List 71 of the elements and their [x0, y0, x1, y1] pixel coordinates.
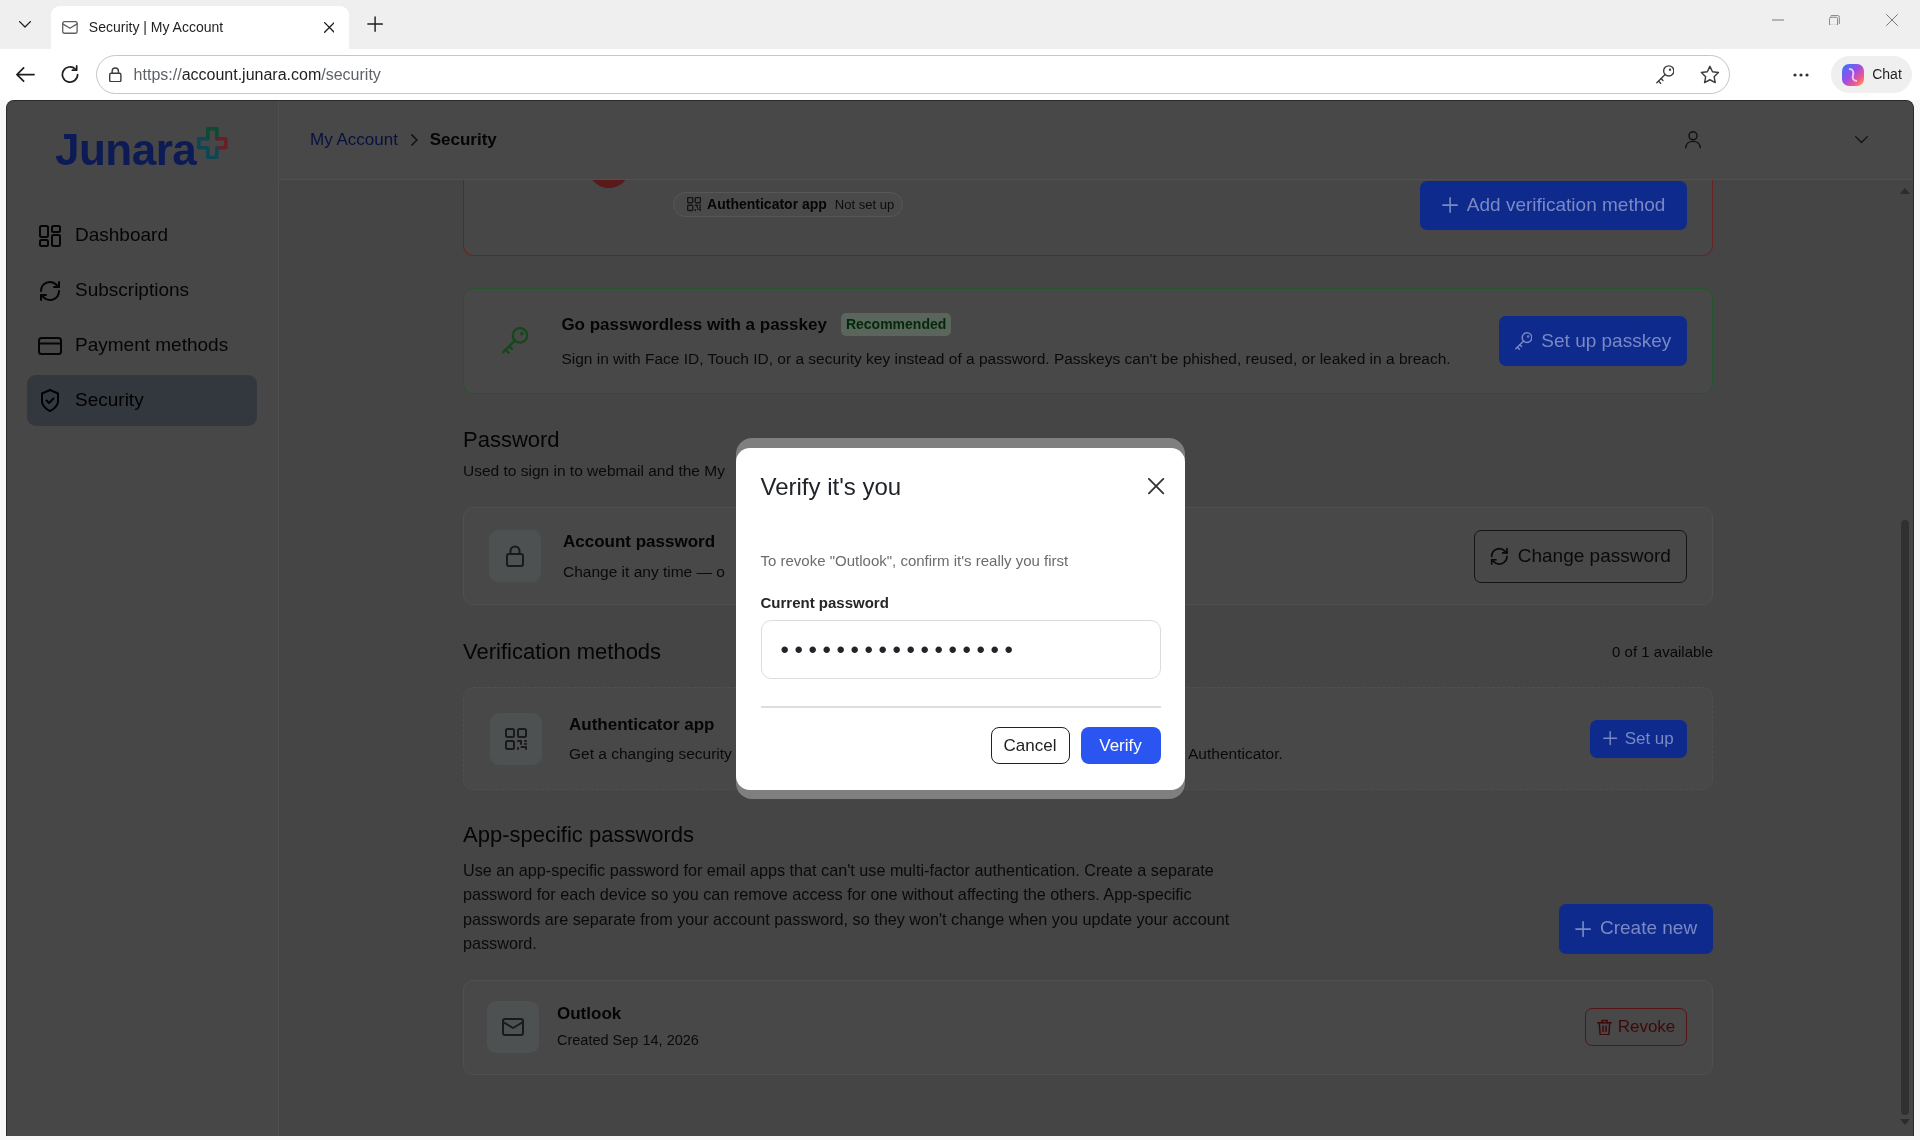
recommended-label: Recommended: [840, 313, 952, 336]
card-title: Outlook: [557, 1003, 623, 1026]
password-field[interactable]: •••••••••••••••••: [760, 620, 1161, 679]
back-arrow-icon: [15, 65, 35, 84]
chat-button[interactable]: Chat: [1831, 56, 1912, 93]
breadcrumb-link[interactable]: My Account: [310, 127, 398, 153]
card-title: Account password: [563, 530, 717, 553]
dialog-message: To revoke "Outlook", confirm it's really you first: [760, 551, 1070, 571]
section-heading: Password: [463, 427, 561, 453]
card-title: Go passwordless with a passkey: [561, 313, 827, 336]
sidebar-item[interactable]: Payment methods: [27, 320, 257, 371]
add-verification-button[interactable]: Add verification method: [1420, 181, 1687, 230]
credit-card-icon: [38, 336, 62, 355]
chevron-down-icon: [19, 21, 31, 28]
chevron-right-icon: [410, 134, 418, 146]
revoke-button[interactable]: Revoke: [1585, 1008, 1687, 1047]
key-icon: [502, 327, 529, 355]
card-title: Authenticator app: [569, 713, 716, 736]
key-icon: [1514, 331, 1533, 351]
grid-icon: [39, 224, 61, 247]
more-icon[interactable]: [1793, 72, 1809, 77]
cancel-button[interactable]: Cancel: [990, 727, 1070, 764]
sidebar-item[interactable]: Dashboard: [27, 210, 257, 261]
card-description: Sign in with Face ID, Touch ID, or a security key instead of a password. Passkeys can't be phished, reused, or leaked in a breach.: [561, 349, 1451, 369]
mail-icon: [62, 21, 78, 34]
field-label: Current password: [760, 593, 890, 613]
chip-label: Authenticator app: [707, 195, 827, 214]
card-description: Authenticator.: [1188, 743, 1283, 764]
star-icon[interactable]: [1700, 65, 1720, 84]
created-date: Created Sep 14, 2026: [557, 1031, 699, 1051]
section-description: Use an app-specific password for email apps that can't use multi-factor authentication. Create a separate password for each device so you can remove access for one without affecting the others. App-specific passwords are separate from your account password, so they won't change when you update your account password.: [463, 860, 1231, 955]
key-icon[interactable]: [1655, 64, 1675, 85]
logo-text: Junara: [55, 127, 197, 173]
set-up-button[interactable]: Set up: [1590, 719, 1687, 758]
plus-icon: [1441, 197, 1458, 214]
plus-icon: [366, 16, 384, 33]
plus-icon: [1603, 731, 1618, 746]
card-description: Get a changing security: [569, 743, 732, 764]
lock-icon[interactable]: [109, 66, 122, 83]
close-button[interactable]: [1147, 477, 1166, 496]
qr-code-icon: [490, 712, 542, 765]
section-heading: App-specific passwords: [463, 822, 696, 848]
lock-icon: [489, 530, 541, 582]
restore-icon: [1829, 14, 1840, 26]
close-icon: [1885, 14, 1898, 26]
refresh-icon: [1490, 546, 1509, 566]
mail-icon: [487, 1001, 539, 1054]
availability-count: 0 of 1 available: [1612, 641, 1713, 662]
change-password-button[interactable]: Change password: [1474, 529, 1687, 583]
section-subtitle: Used to sign in to webmail and the My: [463, 461, 726, 481]
status-label: Not set up: [834, 195, 895, 214]
plus-icon: [1574, 920, 1591, 937]
section-heading: Verification methods: [463, 639, 662, 665]
minimize-icon: [1771, 19, 1784, 21]
close-icon: [1148, 478, 1165, 495]
card-description: Change it any time — o: [563, 561, 725, 582]
cross-logo-icon: [197, 127, 228, 160]
set-up-passkey-button[interactable]: Set up passkey: [1499, 316, 1687, 366]
verify-button[interactable]: Verify: [1080, 727, 1161, 764]
trash-icon: [1596, 1018, 1612, 1036]
dialog-title: Verify it's you: [760, 472, 902, 501]
close-icon: [323, 22, 335, 33]
browser-tab[interactable]: Security | My Account: [51, 6, 349, 49]
reload-icon: [60, 65, 79, 84]
chat-logo-icon: [1841, 62, 1866, 87]
create-new-button[interactable]: Create new: [1559, 903, 1713, 954]
breadcrumb-current: Security: [429, 129, 497, 152]
qr-code-icon: [687, 197, 702, 212]
sidebar-item[interactable]: Subscriptions: [27, 265, 257, 316]
shield-check-icon: [40, 389, 60, 412]
refresh-icon: [39, 279, 61, 302]
